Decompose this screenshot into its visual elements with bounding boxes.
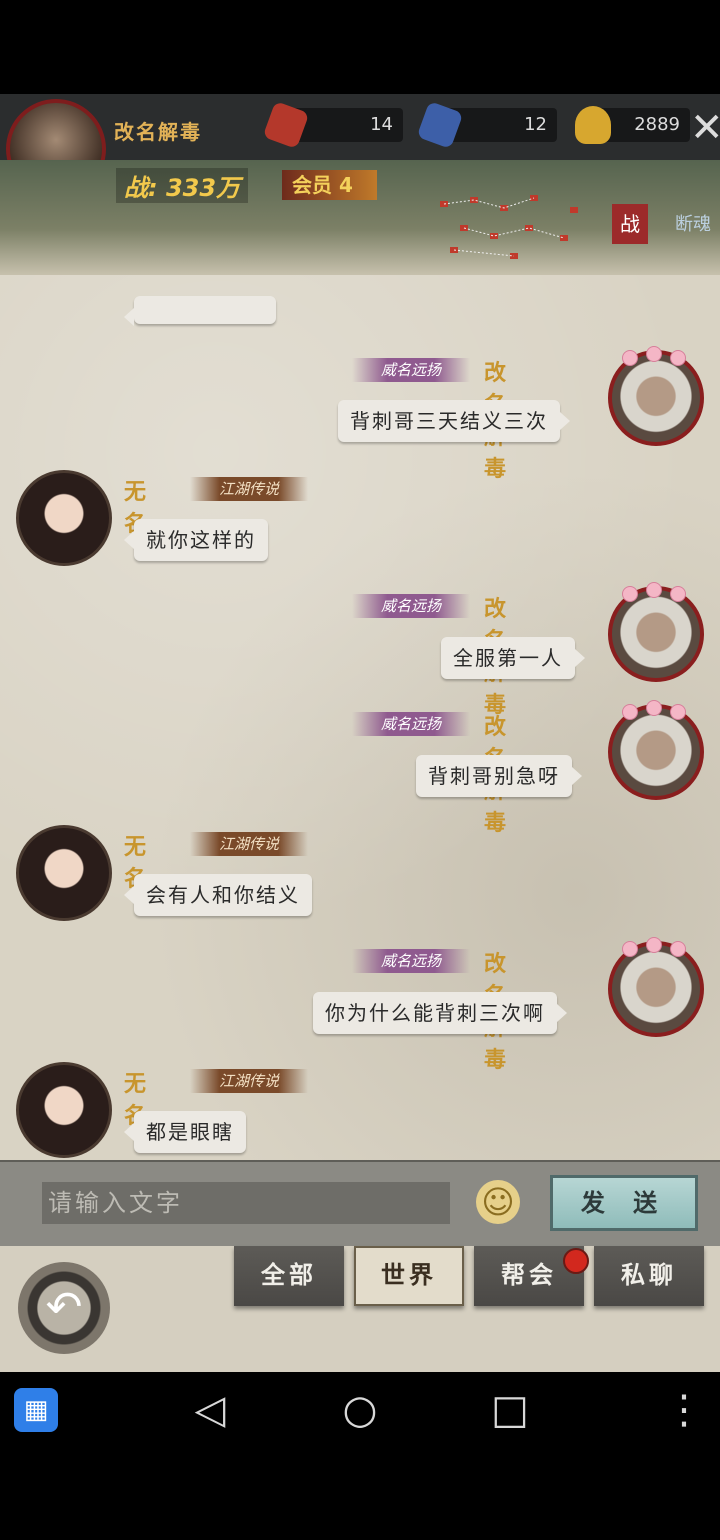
avatar[interactable] bbox=[16, 470, 112, 566]
emoji-icon[interactable]: ☺ bbox=[476, 1180, 520, 1224]
vip-badge[interactable]: 会员 4 bbox=[282, 170, 377, 200]
avatar[interactable] bbox=[16, 1062, 112, 1158]
title-tag: 威名远扬 bbox=[352, 594, 470, 618]
chat-bubble: 背刺哥别急呀 bbox=[416, 755, 582, 797]
combat-power: 战: 333万 bbox=[116, 168, 249, 203]
avatar[interactable] bbox=[608, 700, 704, 800]
avatar[interactable] bbox=[608, 582, 704, 682]
map-location-label: 断魂 bbox=[675, 214, 711, 235]
chat-bubble: 会有人和你结义 bbox=[124, 874, 312, 916]
tab-all[interactable]: 全部 bbox=[234, 1246, 344, 1306]
title-tag: 威名远扬 bbox=[352, 358, 470, 382]
gold-ingot-icon bbox=[575, 106, 611, 144]
resource-value: 12 bbox=[524, 114, 547, 135]
back-arrow-icon[interactable]: ↶ bbox=[18, 1262, 110, 1354]
resource-blue-token[interactable]: 12 bbox=[416, 100, 557, 150]
title-tag: 江湖传说 bbox=[190, 477, 308, 501]
title-tag: 江湖传说 bbox=[190, 1069, 308, 1093]
tab-world[interactable]: 世界 bbox=[354, 1246, 464, 1306]
chat-bubble: 背刺哥三天结义三次 bbox=[338, 400, 570, 442]
title-tag: 威名远扬 bbox=[352, 712, 470, 736]
title-tag: 威名远扬 bbox=[352, 949, 470, 973]
resource-value: 14 bbox=[370, 114, 393, 135]
battle-flag-icon[interactable]: 战 bbox=[612, 204, 648, 244]
chat-input[interactable] bbox=[42, 1182, 450, 1224]
chat-bubble-partial bbox=[124, 296, 276, 326]
resource-value: 2889 bbox=[634, 114, 680, 135]
send-button[interactable]: 发 送 bbox=[550, 1175, 698, 1231]
tab-private[interactable]: 私聊 bbox=[594, 1246, 704, 1306]
close-button[interactable]: ✕ bbox=[690, 100, 720, 156]
nav-recent-icon[interactable]: □ bbox=[486, 1386, 534, 1434]
notification-dot bbox=[563, 1248, 589, 1274]
resource-red-token[interactable]: 14 bbox=[262, 100, 403, 150]
chat-bubble: 你为什么能背刺三次啊 bbox=[313, 992, 567, 1034]
resource-gold[interactable]: 2889 bbox=[575, 106, 690, 144]
map-nodes bbox=[440, 195, 578, 259]
avatar[interactable] bbox=[608, 346, 704, 446]
title-tag: 江湖传说 bbox=[190, 832, 308, 856]
chat-bubble: 全服第一人 bbox=[441, 637, 585, 679]
app-grid-icon[interactable]: ▦ bbox=[14, 1388, 58, 1432]
chat-bubble: 就你这样的 bbox=[124, 519, 268, 561]
chat-bubble: 都是眼瞎 bbox=[124, 1111, 246, 1153]
avatar[interactable] bbox=[16, 825, 112, 921]
nav-more-icon[interactable]: ⋮ bbox=[660, 1386, 708, 1434]
player-name: 改名解毒 bbox=[114, 120, 202, 144]
nav-home-icon[interactable]: ○ bbox=[336, 1386, 384, 1434]
avatar[interactable] bbox=[608, 937, 704, 1037]
nav-back-icon[interactable]: ◁ bbox=[186, 1386, 234, 1434]
